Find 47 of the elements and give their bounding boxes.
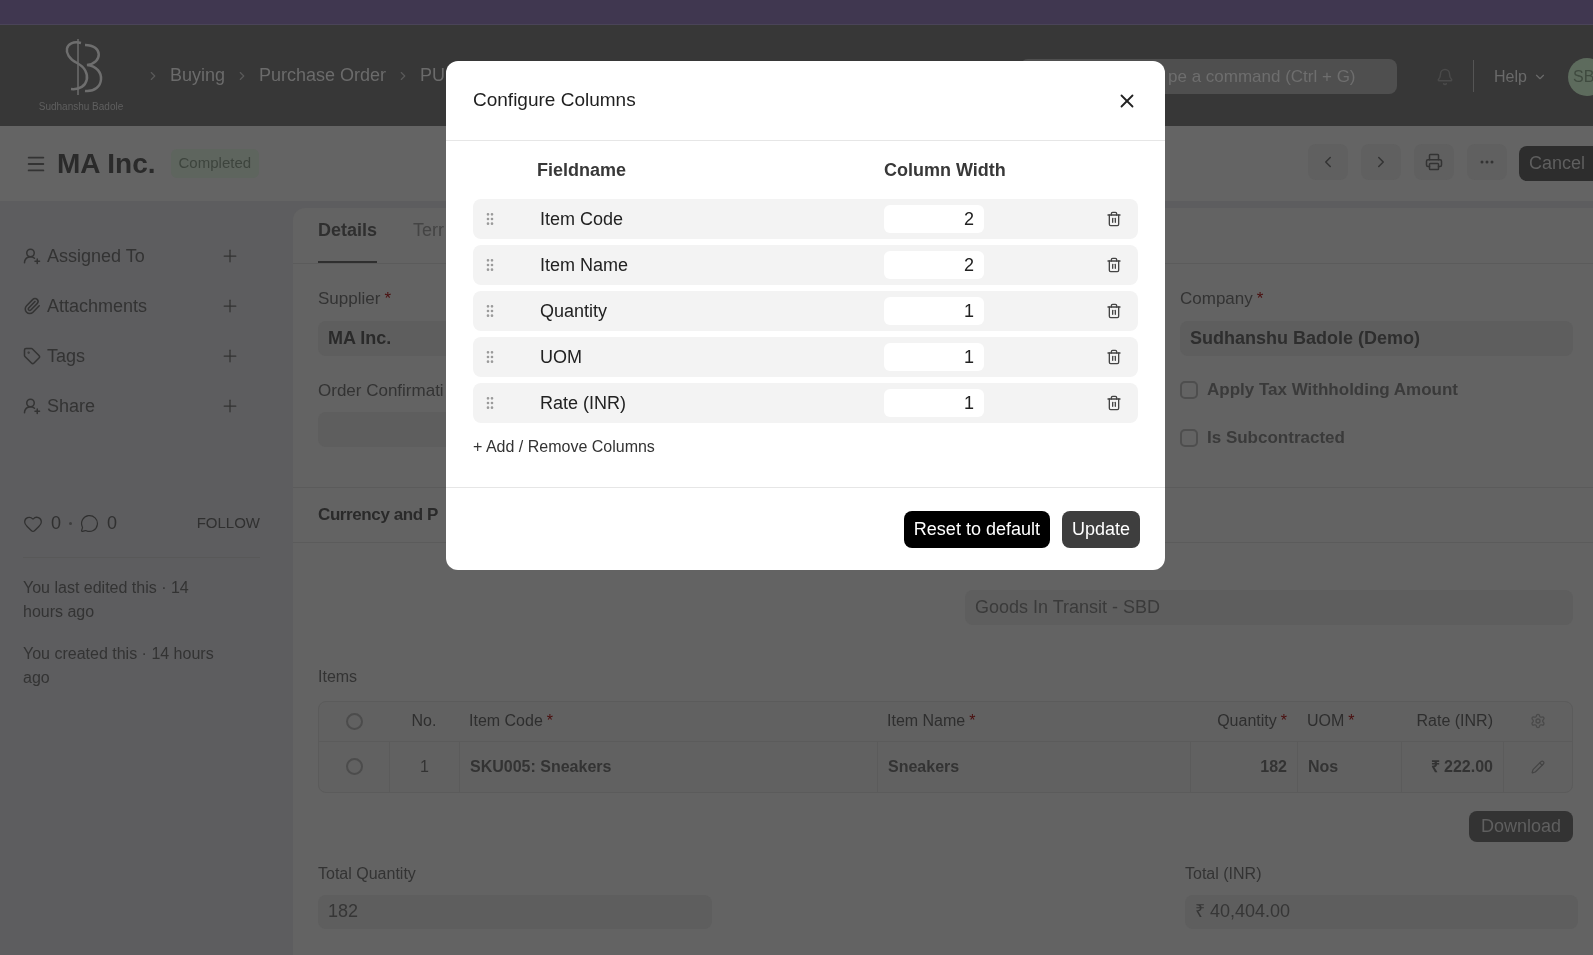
trash-icon[interactable]: [1106, 211, 1122, 227]
required-asterisk: *: [384, 288, 391, 310]
column-row[interactable]: UOM 1: [473, 337, 1138, 377]
edit-icon[interactable]: [1531, 759, 1545, 774]
fieldname: UOM: [540, 345, 583, 369]
width-input[interactable]: 1: [884, 389, 984, 417]
trash-icon[interactable]: [1106, 303, 1122, 319]
column-row[interactable]: Rate (INR) 1: [473, 383, 1138, 423]
width-input[interactable]: 1: [884, 343, 984, 371]
fieldname: Quantity: [540, 299, 609, 323]
user-plus-icon: [23, 397, 41, 415]
required-asterisk: *: [969, 711, 976, 731]
trash-icon[interactable]: [1106, 257, 1122, 273]
width-input[interactable]: 2: [884, 205, 984, 233]
column-row[interactable]: Item Code 2: [473, 199, 1138, 239]
required-asterisk: *: [1348, 711, 1355, 731]
previous-button[interactable]: [1308, 144, 1348, 180]
column-row[interactable]: Item Name 2: [473, 245, 1138, 285]
required-asterisk: *: [1256, 288, 1264, 310]
column-row[interactable]: Quantity 1: [473, 291, 1138, 331]
width-input[interactable]: 2: [884, 251, 984, 279]
width-input[interactable]: 1: [884, 297, 984, 325]
print-button[interactable]: [1414, 144, 1454, 180]
fieldname: Rate (INR): [540, 391, 627, 415]
required-asterisk: *: [1280, 711, 1287, 731]
dialog-title: Configure Columns: [473, 88, 636, 113]
tag-icon: [23, 347, 41, 365]
fieldname: Item Name: [540, 253, 630, 277]
settings-icon[interactable]: [1529, 713, 1546, 729]
column-header: Column Width: [884, 158, 1006, 182]
required-asterisk: *: [546, 711, 554, 731]
more-button[interactable]: [1467, 144, 1507, 180]
page-title: MA Inc.: [57, 146, 156, 181]
reset-button[interactable]: Reset to default: [903, 510, 1050, 548]
comment-icon[interactable]: [80, 514, 99, 533]
user-plus-icon: [23, 247, 41, 265]
section-title: Currency and P: [318, 503, 439, 526]
update-button[interactable]: Update: [1061, 510, 1140, 548]
printer-icon: [1425, 153, 1443, 171]
trash-icon[interactable]: [1106, 395, 1122, 411]
trash-icon[interactable]: [1106, 349, 1122, 365]
paperclip-icon: [23, 297, 41, 315]
add-remove-columns-link[interactable]: + Add / Remove Columns: [473, 435, 655, 459]
fieldname: Item Code: [540, 207, 625, 231]
column-header: Fieldname: [537, 158, 628, 182]
more-icon: [1480, 160, 1494, 164]
next-button[interactable]: [1361, 144, 1401, 180]
